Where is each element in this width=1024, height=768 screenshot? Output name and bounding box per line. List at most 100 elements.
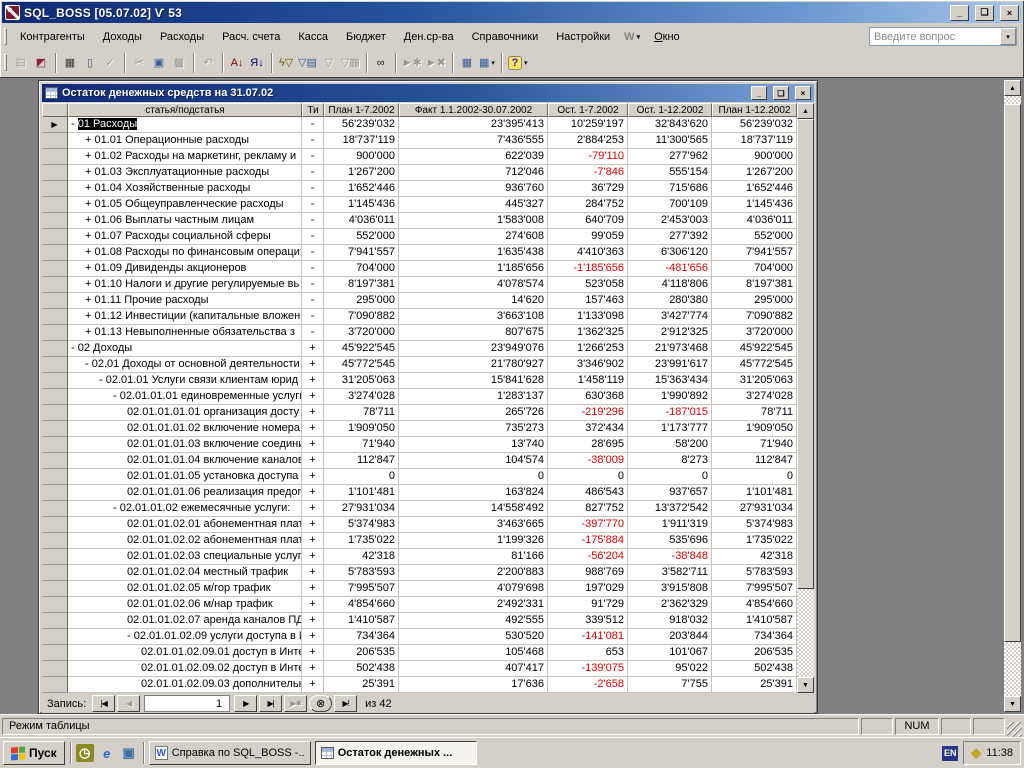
cell-value[interactable]: 630'368 xyxy=(548,389,628,405)
row-selector[interactable] xyxy=(42,293,68,309)
row-selector[interactable] xyxy=(42,469,68,485)
cell-type[interactable]: + xyxy=(302,629,324,645)
cell-value[interactable]: 27'931'034 xyxy=(712,501,797,517)
maximize-button[interactable]: ❑ xyxy=(975,5,994,21)
row-selector[interactable] xyxy=(42,261,68,277)
cell-value[interactable]: 78'711 xyxy=(712,405,797,421)
table-row[interactable]: + 01.02 Расходы на маркетинг, рекламу и-… xyxy=(42,149,797,165)
cell-type[interactable]: - xyxy=(302,261,324,277)
cell-value[interactable]: 99'059 xyxy=(548,229,628,245)
cell-value[interactable]: 31'205'063 xyxy=(712,373,797,389)
row-selector[interactable] xyxy=(42,645,68,661)
table-row[interactable]: - 02.01.01.01 единовременные услуги+3'27… xyxy=(42,389,797,405)
cell-type[interactable]: - xyxy=(302,245,324,261)
menu-item-касса[interactable]: Касса xyxy=(289,27,337,47)
row-selector[interactable] xyxy=(42,229,68,245)
menu-item-расч-счета[interactable]: Расч. счета xyxy=(213,27,289,47)
cell-value[interactable]: -38'009 xyxy=(548,453,628,469)
cell-article[interactable]: - 01 Расходы xyxy=(68,117,302,133)
cell-value[interactable]: 734'364 xyxy=(712,629,797,645)
resize-grip[interactable] xyxy=(1007,722,1022,737)
cell-type[interactable]: - xyxy=(302,229,324,245)
cell-type[interactable]: - xyxy=(302,277,324,293)
window-titlebar[interactable]: SQL_BOSS [05.07.02] Ѵ 53 _ ❑ × xyxy=(2,2,1022,23)
row-selector[interactable] xyxy=(42,597,68,613)
column-header-fact[interactable]: Факт 1.1.2002-30.07.2002 xyxy=(399,103,548,117)
filter-by-selection-icon[interactable]: ϟ▽ xyxy=(276,53,296,73)
cell-value[interactable]: 4'118'806 xyxy=(628,277,712,293)
cell-article[interactable]: - 02.01.01 Услуги связи клиентам юрид xyxy=(68,373,302,389)
cell-value[interactable]: 502'438 xyxy=(324,661,399,677)
mdi-vertical-scrollbar[interactable]: ▲ ▼ xyxy=(1004,80,1021,712)
row-selector[interactable] xyxy=(42,613,68,629)
task-cash-table[interactable]: Остаток денежных ... xyxy=(315,741,477,765)
table-row[interactable]: + 01.10 Налоги и другие регулируемые вь-… xyxy=(42,277,797,293)
mdi-scrollbar-track-bottom[interactable] xyxy=(1004,642,1021,696)
cell-value[interactable]: -141'081 xyxy=(548,629,628,645)
cell-value[interactable]: 0 xyxy=(628,469,712,485)
row-selector[interactable]: ▶ xyxy=(42,117,68,133)
row-selector[interactable] xyxy=(42,181,68,197)
cell-value[interactable]: 277'392 xyxy=(628,229,712,245)
scroll-up-icon[interactable]: ▲ xyxy=(797,103,814,119)
cell-value[interactable]: 0 xyxy=(399,469,548,485)
cell-value[interactable]: 3'346'902 xyxy=(548,357,628,373)
table-row[interactable]: 02.01.01.02.04 местный трафик+5'783'5932… xyxy=(42,565,797,581)
cell-value[interactable]: 1'909'050 xyxy=(712,421,797,437)
cell-value[interactable]: 502'438 xyxy=(712,661,797,677)
cell-value[interactable]: 0 xyxy=(548,469,628,485)
table-row[interactable]: - 02.01.01 Услуги связи клиентам юрид+31… xyxy=(42,373,797,389)
cancel-record-button[interactable]: ⊗ xyxy=(309,695,332,712)
cell-type[interactable]: - xyxy=(302,197,324,213)
cell-value[interactable]: 277'962 xyxy=(628,149,712,165)
question-dropdown-icon[interactable]: ▾ xyxy=(1000,28,1016,45)
row-selector[interactable] xyxy=(42,405,68,421)
cell-value[interactable]: 36'729 xyxy=(548,181,628,197)
cell-article[interactable]: + 01.09 Дивиденды акционеров xyxy=(68,261,302,277)
table-row[interactable]: 02.01.01.01.02 включение номера+1'909'05… xyxy=(42,421,797,437)
cell-value[interactable]: 2'492'331 xyxy=(399,597,548,613)
cell-value[interactable]: 704'000 xyxy=(324,261,399,277)
cell-value[interactable]: -481'656 xyxy=(628,261,712,277)
cell-value[interactable]: 197'029 xyxy=(548,581,628,597)
language-indicator[interactable]: EN xyxy=(942,746,958,761)
cell-value[interactable]: -56'204 xyxy=(548,549,628,565)
cell-value[interactable]: 15'363'434 xyxy=(628,373,712,389)
cell-type[interactable]: - xyxy=(302,213,324,229)
cell-value[interactable]: 492'555 xyxy=(399,613,548,629)
cell-value[interactable]: 71'940 xyxy=(324,437,399,453)
cell-article[interactable]: 02.01.01.02.09.02 доступ в Инте xyxy=(68,661,302,677)
column-header-rest12[interactable]: Ост. 1-12.2002 xyxy=(628,103,712,117)
print-icon[interactable]: ▦ xyxy=(60,53,80,73)
next-record-button[interactable]: ▶ xyxy=(234,695,257,712)
cell-article[interactable]: + 01.04 Хозяйственные расходы xyxy=(68,181,302,197)
cell-value[interactable]: 14'558'492 xyxy=(399,501,548,517)
table-row[interactable]: 02.01.01.02.09.02 доступ в Инте+502'4384… xyxy=(42,661,797,677)
table-row[interactable]: 02.01.01.01.06 реализация предог+1'101'4… xyxy=(42,485,797,501)
cell-type[interactable]: + xyxy=(302,357,324,373)
table-row[interactable]: 02.01.01.02.06 м/нар трафик+4'854'6602'4… xyxy=(42,597,797,613)
menu-item-контрагенты[interactable]: Контрагенты xyxy=(11,27,94,47)
cell-type[interactable]: + xyxy=(302,405,324,421)
cell-value[interactable]: 900'000 xyxy=(324,149,399,165)
table-row[interactable]: + 01.06 Выплаты частным лицам-4'036'0111… xyxy=(42,213,797,229)
cell-value[interactable]: 27'931'034 xyxy=(324,501,399,517)
cell-article[interactable]: 02.01.01.01.02 включение номера xyxy=(68,421,302,437)
cell-type[interactable]: + xyxy=(302,549,324,565)
quick-launch-desktop-icon[interactable]: ▣ xyxy=(120,744,138,762)
cell-value[interactable]: 2'453'003 xyxy=(628,213,712,229)
cell-type[interactable]: + xyxy=(302,389,324,405)
cell-value[interactable]: 2'912'325 xyxy=(628,325,712,341)
row-selector[interactable] xyxy=(42,549,68,565)
cell-value[interactable]: 1'635'438 xyxy=(399,245,548,261)
undo-icon[interactable]: ↶ xyxy=(198,53,218,73)
column-header-plan7[interactable]: План 1-7.2002 xyxy=(324,103,399,117)
cell-value[interactable]: 2'884'253 xyxy=(548,133,628,149)
cell-article[interactable]: - 02.01.01.02.09 услуги доступа в И xyxy=(68,629,302,645)
cell-value[interactable]: 1'909'050 xyxy=(324,421,399,437)
cell-value[interactable]: 700'109 xyxy=(628,197,712,213)
cell-value[interactable]: 13'740 xyxy=(399,437,548,453)
cell-type[interactable]: + xyxy=(302,501,324,517)
cell-value[interactable]: 28'695 xyxy=(548,437,628,453)
cell-value[interactable]: 32'843'620 xyxy=(628,117,712,133)
